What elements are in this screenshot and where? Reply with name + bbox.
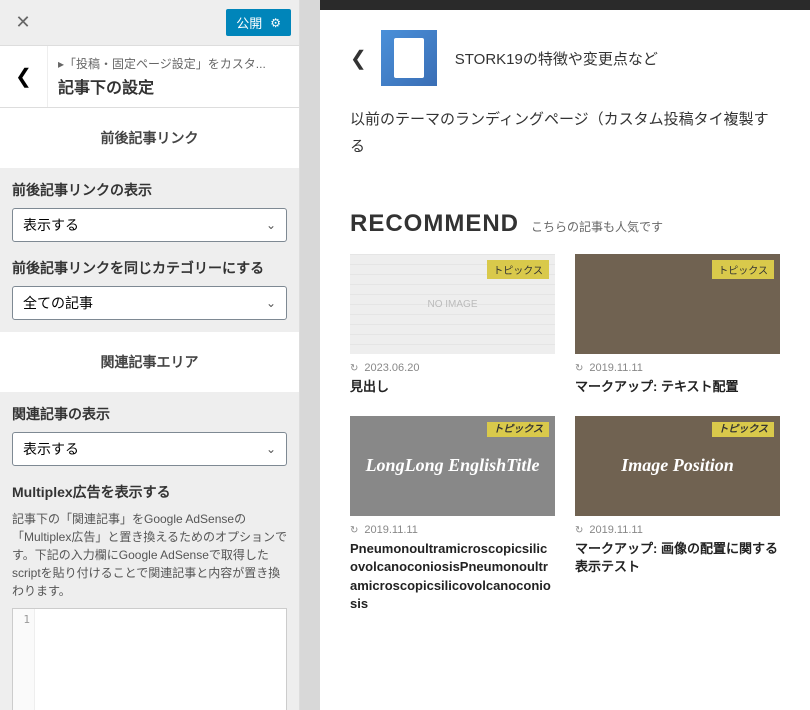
- page-title: 記事下の設定: [58, 74, 289, 98]
- tag: トピックス: [487, 422, 549, 437]
- card-title: 見出し: [350, 378, 555, 396]
- chevron-down-icon: ⌄: [266, 296, 276, 310]
- close-icon[interactable]: ✕: [8, 8, 38, 38]
- publish-label: 公開: [236, 13, 262, 32]
- card-title: Pneumonoultramicroscopicsilicovolcanocon…: [350, 540, 555, 613]
- refresh-icon: ↻: [575, 525, 583, 536]
- chevron-down-icon: ⌄: [266, 442, 276, 456]
- card-title: マークアップ: 画像の配置に関する表示テスト: [575, 540, 780, 576]
- select-prevnext-cat[interactable]: 全ての記事 ⌄: [12, 286, 287, 320]
- group-related: 関連記事エリア: [0, 332, 299, 392]
- prev-next-link[interactable]: ❮ STORK19の特徴や変更点など: [320, 10, 810, 106]
- card-date: 2019.11.11: [589, 362, 642, 374]
- chevron-left-icon: ❮: [350, 46, 367, 71]
- select-related-show[interactable]: 表示する ⌄: [12, 432, 287, 466]
- card[interactable]: トピックス ↻ 2019.11.11 マークアップ: テキスト配置: [575, 254, 780, 396]
- card[interactable]: LongLong EnglishTitleトピックス ↻ 2019.11.11 P…: [350, 416, 555, 613]
- refresh-icon: ↻: [350, 363, 358, 374]
- thumbnail: LongLong EnglishTitleトピックス: [350, 416, 555, 516]
- gear-icon[interactable]: ⚙: [270, 16, 281, 30]
- card-date: 2019.11.11: [589, 524, 642, 536]
- thumbnail: Image Positionトピックス: [575, 416, 780, 516]
- thumbnail: NO IMAGEトピックス: [350, 254, 555, 354]
- card[interactable]: Image Positionトピックス ↻ 2019.11.11 マークアップ: …: [575, 416, 780, 613]
- code-textarea[interactable]: [35, 609, 286, 710]
- label-prevnext-show: 前後記事リンクの表示: [12, 180, 287, 200]
- back-button[interactable]: ❮: [0, 46, 48, 107]
- card[interactable]: NO IMAGEトピックス ↻ 2023.06.20 見出し: [350, 254, 555, 396]
- card-title: マークアップ: テキスト配置: [575, 378, 780, 396]
- recommend-subtitle: こちらの記事も人気です: [531, 218, 663, 235]
- link-title: STORK19の特徴や変更点など: [455, 48, 658, 69]
- line-number: 1: [13, 609, 35, 710]
- card-date: 2023.06.20: [364, 362, 419, 374]
- desc-multiplex: 記事下の「関連記事」をGoogle AdSenseの「Multiplex広告」と…: [12, 510, 287, 600]
- code-input[interactable]: 1: [12, 608, 287, 710]
- tag: トピックス: [487, 260, 549, 279]
- sidebar-nav: ❮ ▸「投稿・固定ページ設定」をカスタ... 記事下の設定: [0, 46, 299, 108]
- recommend-title: RECOMMEND: [350, 210, 519, 238]
- refresh-icon: ↻: [575, 363, 583, 374]
- refresh-icon: ↻: [350, 525, 358, 536]
- chevron-down-icon: ⌄: [266, 218, 276, 232]
- card-date: 2019.11.11: [364, 524, 417, 536]
- recommend-cards: NO IMAGEトピックス ↻ 2023.06.20 見出し トピックス ↻ 201…: [320, 254, 810, 613]
- preview-pane: ❮ STORK19の特徴や変更点など 以前のテーマのランディングページ（カスタム…: [300, 0, 810, 710]
- select-value: 全ての記事: [23, 293, 93, 313]
- sidebar-body: 前後記事リンク 前後記事リンクの表示 表示する ⌄ 前後記事リンクを同じカテゴリ…: [0, 108, 299, 710]
- tag: トピックス: [712, 260, 774, 279]
- label-prevnext-cat: 前後記事リンクを同じカテゴリーにする: [12, 258, 287, 278]
- label-related-show: 関連記事の表示: [12, 404, 287, 424]
- thumbnail: トピックス: [575, 254, 780, 354]
- select-value: 表示する: [23, 439, 79, 459]
- thumbnail: [381, 30, 437, 86]
- sidebar-header: ✕ 公開 ⚙: [0, 0, 299, 46]
- customizer-sidebar: ✕ 公開 ⚙ ❮ ▸「投稿・固定ページ設定」をカスタ... 記事下の設定 前後記…: [0, 0, 300, 710]
- breadcrumb: ▸「投稿・固定ページ設定」をカスタ...: [58, 55, 289, 72]
- excerpt-text: 以前のテーマのランディングページ（カスタム投稿タイ複製する: [320, 106, 810, 180]
- select-value: 表示する: [23, 215, 79, 235]
- select-prevnext-show[interactable]: 表示する ⌄: [12, 208, 287, 242]
- publish-button[interactable]: 公開 ⚙: [226, 9, 291, 36]
- label-multiplex: Multiplex広告を表示する: [12, 482, 287, 502]
- tag: トピックス: [712, 422, 774, 437]
- group-prev-next: 前後記事リンク: [0, 108, 299, 168]
